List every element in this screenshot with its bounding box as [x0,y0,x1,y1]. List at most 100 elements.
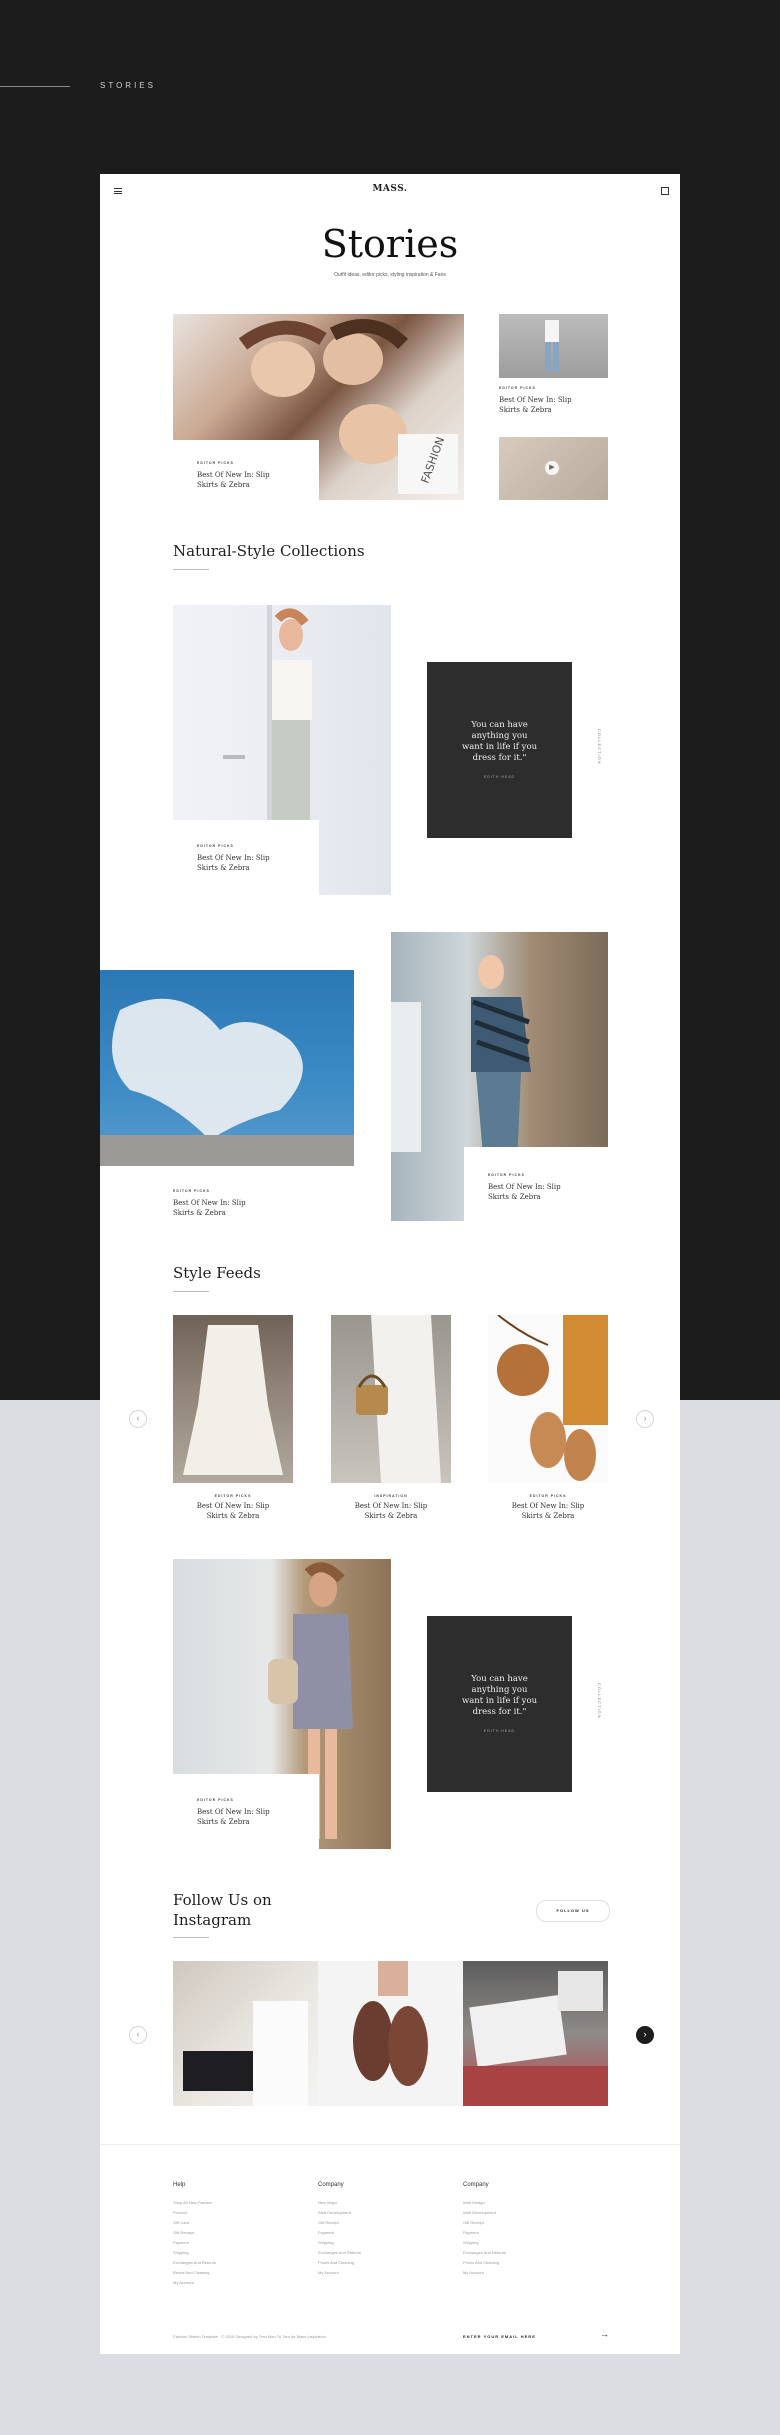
footer-link[interactable]: Gift Receipt [173,2228,216,2238]
quote-author: EDITH HEAD [483,775,516,779]
arrow-right-icon[interactable]: → [600,2329,609,2339]
footer-link[interactable]: Prices And Cleaning [463,2258,506,2268]
card-kicker: INSPIRATION [374,1494,408,1498]
side-card-kicker: EDITOR PICKS [499,386,536,390]
footer-link[interactable]: My Account [318,2268,361,2278]
instagram-image-3[interactable] [463,1961,608,2106]
instagram-title-line-2: Instagram [173,1911,252,1929]
natural-image-dress[interactable] [100,970,354,1166]
basket-bag-illustration [356,1315,441,1483]
quote-card-2: You can have anything you want in life i… [427,1616,572,1792]
natural-card-3[interactable]: EDITOR PICKS Best Of New In: Slip Skirts… [464,1147,608,1221]
card-title-line-1: Best Of New In: Slip [173,1199,246,1207]
instagram-title-line-1: Follow Us on [173,1891,272,1909]
follow-us-button[interactable]: FOLLOW US [536,1900,610,1922]
vertical-collection-label: COLLECTION [597,729,602,765]
chevron-left-icon[interactable]: ‹ [129,2026,147,2044]
footer-link[interactable]: Payment [318,2228,361,2238]
footer-link[interactable]: New Major [318,2198,361,2208]
feed-caption-1[interactable]: EDITOR PICKS Best Of New In: Slip Skirts… [173,1494,293,1521]
footer-link[interactable]: Shipping [173,2248,216,2258]
feed-card-4[interactable]: EDITOR PICKS Best Of New In: Slip Skirts… [173,1774,319,1849]
footer-link[interactable]: Exchanges And Returns [463,2248,506,2258]
card-title-line-2: Skirts & Zebra [521,1512,575,1520]
footer-divider [100,2144,680,2145]
feed-caption-2[interactable]: INSPIRATION Best Of New In: Slip Skirts … [331,1494,451,1521]
copyright: Fashion Sketch Template · © 2018 Designe… [173,2334,326,2339]
footer-link[interactable]: Gift Receipt [318,2218,361,2228]
feed-image-3[interactable] [488,1315,608,1483]
footer-col-title: Company [318,2182,344,2188]
email-signup-label[interactable]: ENTER YOUR EMAIL HERE [463,2334,536,2339]
footer-link[interactable]: Web Development [318,2208,361,2218]
card-kicker: EDITOR PICKS [197,844,234,848]
quote-card-1: You can have anything you want in life i… [427,662,572,838]
chevron-left-icon[interactable]: ‹ [129,1410,147,1428]
card-kicker: EDITOR PICKS [197,1798,234,1802]
footer-link[interactable]: Gift Card [173,2218,216,2228]
footer-col-title: Company [463,2182,489,2188]
footer-link[interactable]: Web Development [463,2208,506,2218]
feed-image-2[interactable] [331,1315,451,1483]
magazines-illustration [463,1971,608,2106]
quote-line: dress for it." [472,1707,527,1717]
card-title-line-2: Skirts & Zebra [364,1512,418,1520]
side-card-title-line-2[interactable]: Skirts & Zebra [499,405,552,415]
footer-col-company-2: Company Web Design Web Development Gift … [463,2182,506,2278]
quote-line: want in life if you [461,1696,538,1706]
footer-link[interactable]: Web Design [463,2198,506,2208]
card-kicker: EDITOR PICKS [488,1173,525,1177]
round-bag-shoes-illustration [497,1315,608,1481]
site-logo[interactable]: MASS. [100,184,680,194]
footer-link[interactable]: My Account [463,2268,506,2278]
footer-link[interactable]: Payment [173,2238,216,2248]
quote-line: anything you [471,731,528,741]
play-icon[interactable]: ▶ [545,461,559,475]
footer-link[interactable]: Rental And Cleaning [173,2268,216,2278]
side-card-title-line-1[interactable]: Best Of New In: Slip [499,395,572,405]
feed-image-1[interactable] [173,1315,293,1483]
feed-caption-3[interactable]: EDITOR PICKS Best Of New In: Slip Skirts… [488,1494,608,1521]
natural-card-2[interactable]: EDITOR PICKS Best Of New In: Slip Skirts… [173,1166,319,1226]
card-kicker: EDITOR PICKS [214,1494,252,1498]
footer-link[interactable]: Gift Receipt [463,2218,506,2228]
section-underline [173,1291,209,1292]
card-kicker: EDITOR PICKS [529,1494,567,1498]
folded-clothes-illustration [183,2001,308,2106]
instagram-image-2[interactable] [318,1961,463,2106]
footer-link[interactable]: Shipping [318,2238,361,2248]
footer-link[interactable]: Shipping [463,2238,506,2248]
quote-line: You can have [471,1674,528,1684]
person-standing-illustration [545,320,559,372]
quote-line: dress for it." [472,753,527,763]
card-title-line-2: Skirts & Zebra [197,481,250,489]
footer-col-company-1: Company New Major Web Development Gift R… [318,2182,361,2278]
footer-link[interactable]: Prices And Cleaning [318,2258,361,2268]
quote-text: You can have anything you want in life i… [447,1674,552,1718]
featured-side-image-top[interactable] [499,314,608,378]
shopping-bag-icon[interactable] [661,187,669,195]
natural-card-1[interactable]: EDITOR PICKS Best Of New In: Slip Skirts… [173,820,319,895]
chevron-right-icon[interactable]: › [636,1410,654,1428]
footer-link[interactable]: Payment [463,2228,506,2238]
footer-link[interactable]: Shop All New Fashion [173,2198,216,2208]
featured-side-image-bottom[interactable]: ▶ [499,437,608,500]
instagram-image-1[interactable] [173,1961,318,2106]
section-label: STORIES [100,81,156,90]
card-title-line-1: Best Of New In: Slip [197,471,270,479]
card-title-line-2: Skirts & Zebra [197,864,250,872]
footer-link[interactable]: Exchanges And Returns [318,2248,361,2258]
card-title-line-1: Best Of New In: Slip [511,1502,585,1510]
footer-link[interactable]: My Account [173,2278,216,2288]
section-underline [173,1937,209,1938]
footer-link[interactable]: Product [173,2208,216,2218]
card-title-line-1: Best Of New In: Slip [488,1183,561,1191]
instagram-title: Follow Us on Instagram [173,1890,272,1930]
chevron-right-icon[interactable]: › [636,2026,654,2044]
white-dress-illustration [183,1325,283,1475]
quote-line: want in life if you [461,742,538,752]
quote-text: You can have anything you want in life i… [447,720,552,764]
card-title-line-1: Best Of New In: Slip [196,1502,270,1510]
featured-main-card[interactable]: EDITOR PICKS Best Of New In: Slip Skirts… [173,440,319,500]
footer-link[interactable]: Exchanges And Returns [173,2258,216,2268]
